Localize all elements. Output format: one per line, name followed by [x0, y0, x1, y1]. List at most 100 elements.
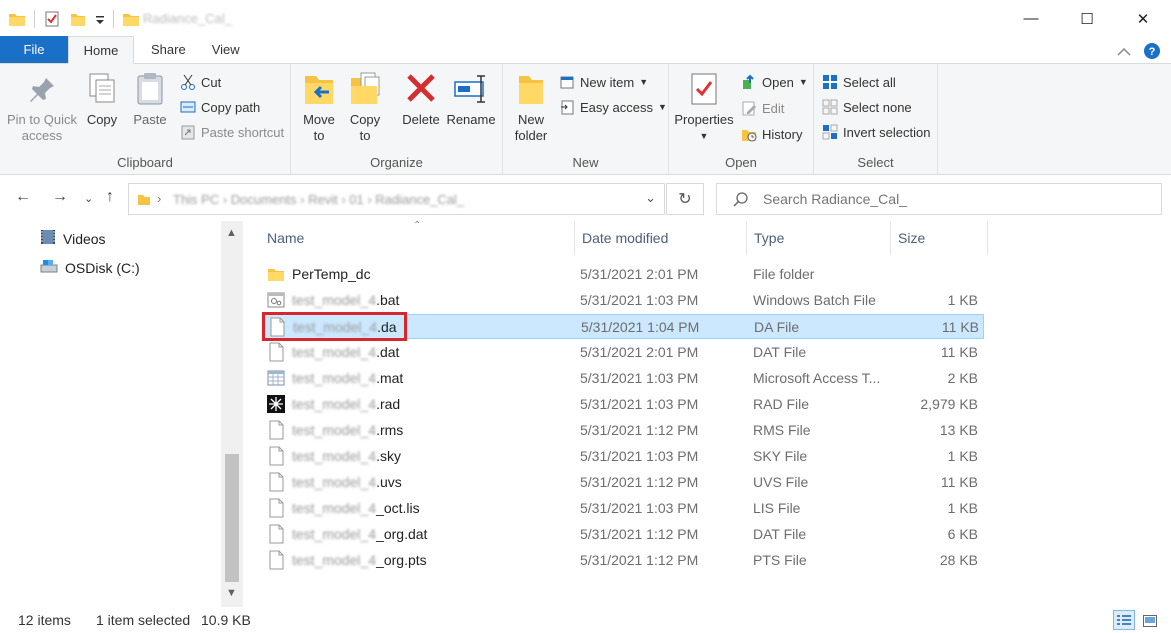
nav-item-osdisk[interactable]: OSDisk (C:)	[40, 258, 140, 277]
column-header-size[interactable]: Size	[891, 221, 988, 255]
navigation-bar: ← → ⌄ ↑ › This PC › Documents › Revit › …	[0, 176, 1171, 221]
file-name-blurred-prefix: test_model_4	[292, 422, 377, 438]
up-arrow-icon[interactable]: ↑	[106, 188, 114, 206]
tab-file[interactable]: File	[0, 36, 68, 63]
delete-button[interactable]: Delete	[401, 70, 441, 128]
copy-button[interactable]: Copy	[84, 70, 120, 128]
tab-home[interactable]: Home	[68, 36, 134, 64]
paste-shortcut-button[interactable]: Paste shortcut	[180, 122, 284, 142]
copy-path-button[interactable]: Copy path	[180, 97, 260, 117]
file-name: test_model_4_org.dat	[292, 526, 427, 542]
file-name: PerTemp_dc	[292, 266, 371, 282]
nav-item-videos[interactable]: Videos	[40, 229, 106, 248]
properties-label: Properties	[674, 112, 734, 127]
file-type: DAT File	[753, 526, 807, 542]
details-view-button[interactable]	[1113, 610, 1135, 630]
select-all-icon	[822, 74, 838, 90]
large-icons-view-icon	[1143, 614, 1157, 630]
edit-button[interactable]: Edit	[741, 98, 784, 118]
select-all-button[interactable]: Select all	[822, 72, 896, 92]
new-item-button[interactable]: New item ▼	[559, 72, 648, 92]
dropdown-arrow-icon: ▼	[657, 102, 667, 112]
file-row[interactable]: test_model_4.rad 5/31/2021 1:03 PM RAD Fil…	[262, 392, 984, 417]
file-row[interactable]: test_model_4.bat 5/31/2021 1:03 PM Windows…	[262, 288, 984, 313]
file-size: 11 KB	[941, 319, 979, 335]
file-date-modified: 5/31/2021 1:12 PM	[580, 552, 699, 568]
scissors-icon	[180, 74, 196, 90]
file-row[interactable]: test_model_4.sky 5/31/2021 1:03 PM SKY Fil…	[262, 444, 984, 469]
navigation-pane-scrollbar[interactable]: ▲ ▼	[221, 221, 243, 607]
customize-toolbar-icon[interactable]	[95, 10, 105, 28]
properties-button[interactable]: Properties ▼	[673, 70, 735, 144]
file-name: test_model_4.uvs	[292, 474, 402, 490]
move-to-icon	[301, 70, 337, 108]
file-row[interactable]: test_model_4_org.pts 5/31/2021 1:12 PM PTS…	[262, 548, 984, 573]
recent-locations-chevron-icon[interactable]: ⌄	[84, 192, 93, 205]
edit-label: Edit	[762, 100, 785, 116]
file-name: test_model_4.sky	[292, 448, 401, 464]
file-row[interactable]: test_model_4_oct.lis 5/31/2021 1:03 PM LIS…	[262, 496, 984, 521]
scroll-up-arrow-icon[interactable]: ▲	[226, 227, 237, 239]
column-header-date[interactable]: Date modified	[575, 221, 747, 255]
column-header-name[interactable]: Name	[260, 221, 575, 255]
back-arrow-icon[interactable]: ←	[15, 188, 31, 206]
address-history-chevron-icon[interactable]: ⌄	[645, 190, 656, 206]
paste-button[interactable]: Paste	[130, 70, 170, 128]
file-type: LIS File	[753, 500, 801, 516]
new-folder-icon[interactable]	[69, 10, 87, 28]
paste-icon	[132, 70, 168, 108]
collapse-ribbon-icon[interactable]	[1117, 45, 1131, 60]
copy-to-button[interactable]: Copy to	[347, 70, 383, 144]
file-row[interactable]: test_model_4.rms 5/31/2021 1:12 PM RMS Fil…	[262, 418, 984, 443]
file-date-modified: 5/31/2021 2:01 PM	[580, 344, 699, 360]
minimize-button[interactable]: —	[1003, 0, 1059, 37]
easy-access-icon	[559, 99, 575, 115]
file-size: 2 KB	[947, 370, 978, 386]
easy-access-button[interactable]: Easy access ▼	[559, 97, 667, 117]
file-name-cell: test_model_4_org.dat	[267, 524, 427, 544]
new-folder-button[interactable]: New folder	[511, 70, 551, 144]
file-row[interactable]: PerTemp_dc 5/31/2021 2:01 PM File folder	[262, 262, 984, 287]
file-size: 6 KB	[947, 526, 978, 542]
file-name-text: .bat	[376, 292, 400, 308]
file-row[interactable]: test_model_4.dat 5/31/2021 2:01 PM DAT Fil…	[262, 340, 984, 365]
refresh-button[interactable]: ↻	[666, 183, 704, 215]
scroll-down-arrow-icon[interactable]: ▼	[226, 587, 237, 599]
pin-to-quick-access-button[interactable]: Pin to Quick access	[6, 70, 78, 144]
quick-access-toolbar	[8, 8, 140, 30]
file-name-blurred-prefix: test_model_4	[292, 370, 377, 386]
file-name-cell: test_model_4.rad	[267, 394, 400, 414]
group-open: Properties ▼ Open ▼ Edit History Open	[669, 64, 814, 175]
file-size: 13 KB	[939, 422, 978, 438]
move-to-button[interactable]: Move to	[301, 70, 337, 144]
file-row[interactable]: test_model_4_org.dat 5/31/2021 1:12 PM DAT…	[262, 522, 984, 547]
details-view-icon	[1117, 614, 1131, 630]
history-button[interactable]: History	[741, 124, 802, 144]
file-row[interactable]: test_model_4.mat 5/31/2021 1:03 PM Microso…	[262, 366, 984, 391]
file-name-blurred-prefix: test_model_4	[292, 552, 377, 568]
select-none-button[interactable]: Select none	[822, 97, 912, 117]
open-button[interactable]: Open ▼	[741, 72, 808, 92]
rename-button[interactable]: Rename	[446, 70, 496, 128]
properties-icon[interactable]	[43, 10, 61, 28]
help-icon[interactable]: ?	[1143, 42, 1161, 63]
invert-selection-button[interactable]: Invert selection	[822, 122, 930, 142]
maximize-button[interactable]: ☐	[1059, 0, 1115, 37]
file-type: Windows Batch File	[753, 292, 876, 308]
large-icons-view-button[interactable]	[1139, 610, 1161, 630]
file-size: 1 KB	[947, 500, 978, 516]
column-header-type[interactable]: Type	[747, 221, 891, 255]
dropdown-arrow-icon: ▼	[699, 131, 709, 141]
tab-share[interactable]: Share	[134, 36, 202, 63]
file-row[interactable]: test_model_4.uvs 5/31/2021 1:12 PM UVS Fil…	[262, 470, 984, 495]
forward-arrow-icon[interactable]: →	[52, 188, 68, 206]
videos-icon	[40, 229, 56, 248]
cut-button[interactable]: Cut	[180, 72, 221, 92]
tab-view[interactable]: View	[202, 36, 250, 63]
easy-access-label: Easy access	[580, 99, 653, 115]
scrollbar-thumb[interactable]	[225, 454, 239, 582]
close-button[interactable]: ✕	[1115, 0, 1171, 37]
address-bar[interactable]: › This PC › Documents › Revit › 01 › Rad…	[128, 183, 665, 215]
invert-selection-label: Invert selection	[843, 124, 931, 140]
search-input[interactable]	[763, 191, 1143, 207]
